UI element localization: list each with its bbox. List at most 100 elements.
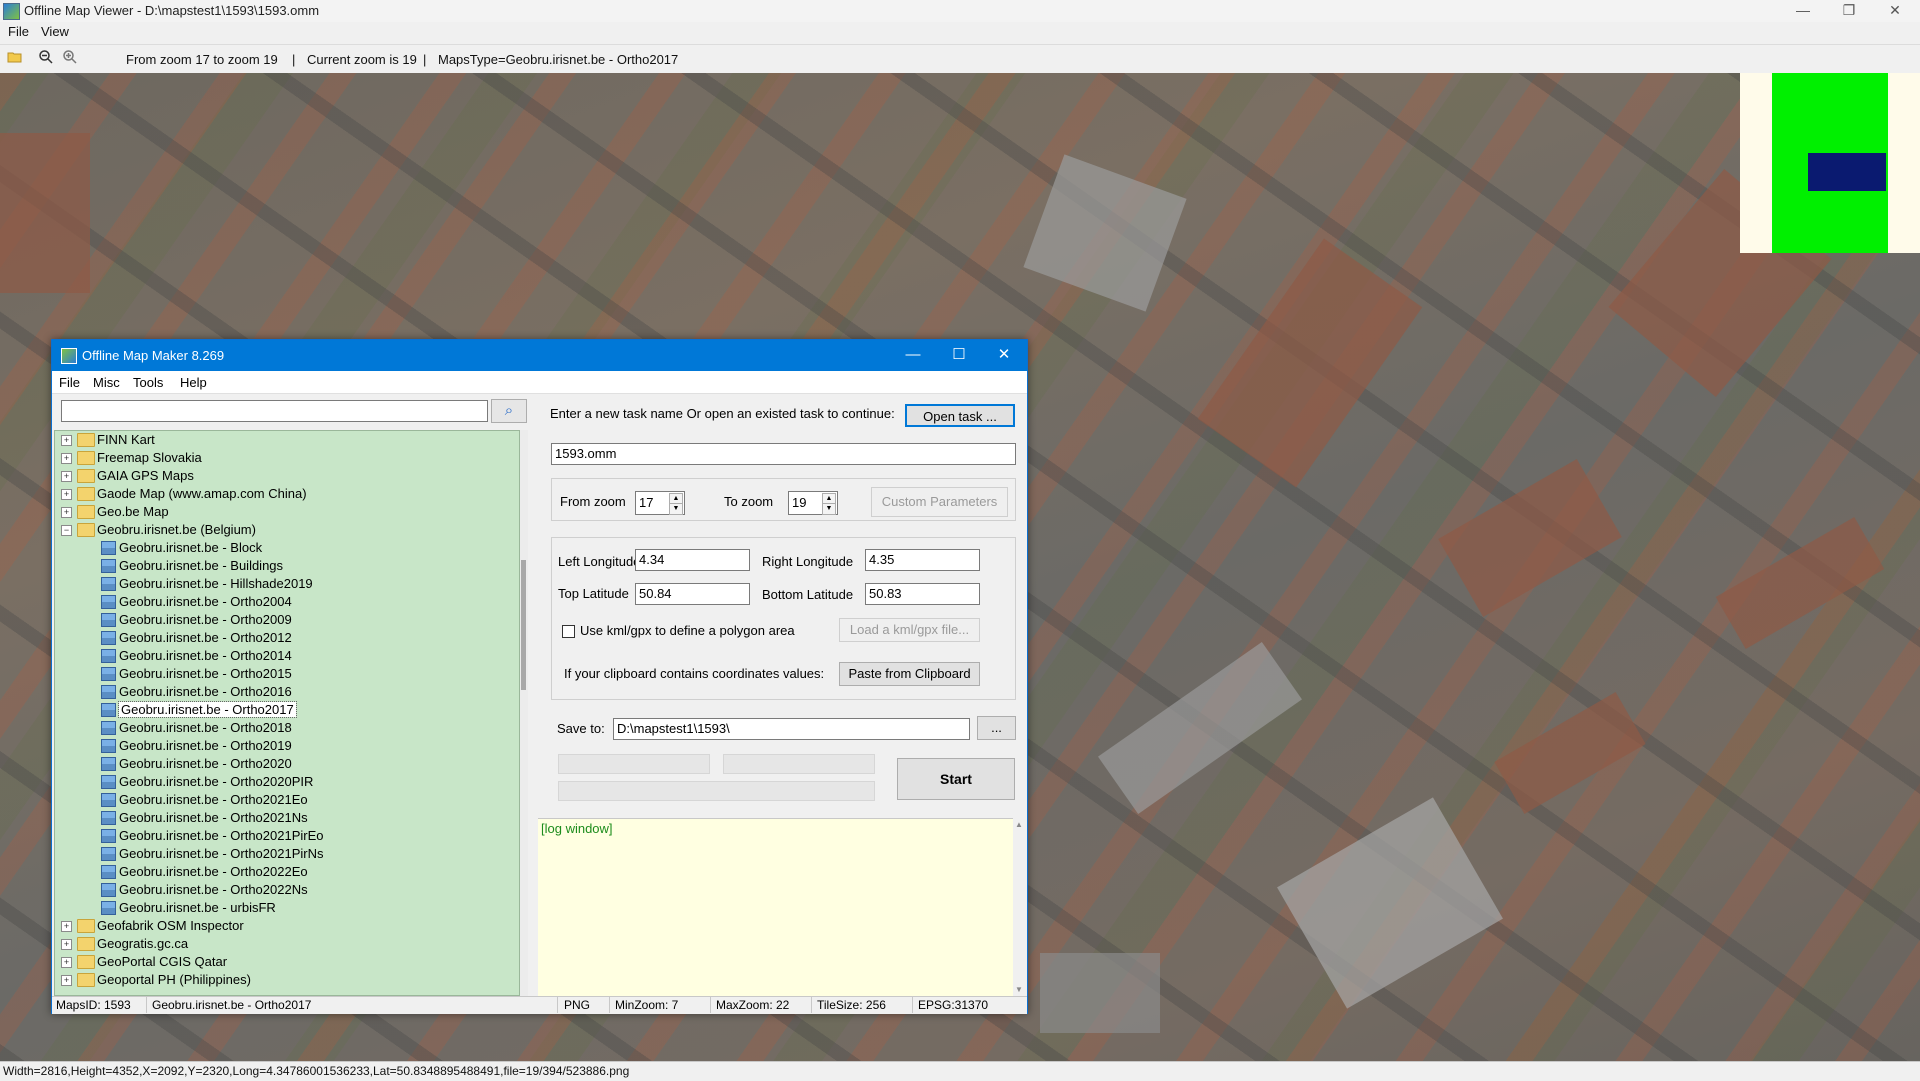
tree-map-item[interactable]: Geobru.irisnet.be - Ortho2021PirEo [55, 827, 515, 845]
menu-file[interactable]: File [8, 24, 29, 39]
map-layer-icon [101, 613, 116, 627]
tree-map-item[interactable]: Geobru.irisnet.be - Ortho2014 [55, 647, 515, 665]
tree-item-label: Geobru.irisnet.be - Ortho2004 [119, 594, 292, 609]
tree-map-item[interactable]: Geobru.irisnet.be - Ortho2018 [55, 719, 515, 737]
start-button[interactable]: Start [897, 758, 1015, 800]
kml-checkbox[interactable] [562, 625, 575, 638]
expand-icon[interactable]: + [61, 957, 72, 968]
offline-map-maker-dialog: Offline Map Maker 8.269 — ☐ ✕ File Misc … [51, 339, 1028, 1014]
scroll-down-icon[interactable]: ▼ [1015, 985, 1023, 994]
tree-folder[interactable]: + Gaode Map (www.amap.com China) [55, 485, 515, 503]
tree-item-label: Geobru.irisnet.be - Ortho2021PirNs [119, 846, 324, 861]
browse-button[interactable]: ... [977, 716, 1016, 740]
tree-folder[interactable]: + Geogratis.gc.ca [55, 935, 515, 953]
folder-icon [77, 487, 95, 501]
expand-icon[interactable]: + [61, 435, 72, 446]
tree-folder[interactable]: + Geoportal PH (Philippines) [55, 971, 515, 989]
tree-scrollbar[interactable] [520, 430, 528, 996]
tree-folder[interactable]: + Geofabrik OSM Inspector [55, 917, 515, 935]
dialog-close-button[interactable]: ✕ [981, 340, 1027, 371]
map-tree[interactable]: + FINN Kart + Freemap Slovakia + GAIA GPS Map… [54, 430, 520, 996]
tree-map-item[interactable]: Geobru.irisnet.be - Ortho2021PirNs [55, 845, 515, 863]
spin-down-icon[interactable]: ▼ [669, 503, 683, 515]
tree-map-item[interactable]: Geobru.irisnet.be - Ortho2020PIR [55, 773, 515, 791]
tree-folder[interactable]: + Freemap Slovakia [55, 449, 515, 467]
map-layer-icon [101, 739, 116, 753]
status-epsg: EPSG:31370 [918, 998, 989, 1012]
tree-map-item[interactable]: Geobru.irisnet.be - urbisFR [55, 899, 515, 917]
tree-map-item[interactable]: Geobru.irisnet.be - Hillshade2019 [55, 575, 515, 593]
open-folder-icon[interactable] [5, 49, 25, 69]
expand-icon[interactable]: + [61, 975, 72, 986]
tree-map-item[interactable]: Geobru.irisnet.be - Ortho2004 [55, 593, 515, 611]
dialog-menu-tools[interactable]: Tools [133, 375, 163, 390]
from-zoom-stepper[interactable]: 17 ▲ ▼ [635, 491, 685, 515]
toolbar-separator: | [292, 52, 296, 67]
expand-icon[interactable]: + [61, 921, 72, 932]
expand-icon[interactable]: + [61, 453, 72, 464]
bottom-latitude-input[interactable]: 50.83 [865, 583, 980, 605]
save-path-input[interactable]: D:\mapstest1\1593\ [613, 718, 970, 740]
tree-map-item[interactable]: Geobru.irisnet.be - Ortho2017 [55, 701, 515, 719]
to-zoom-value: 19 [792, 495, 807, 510]
load-kml-button[interactable]: Load a kml/gpx file... [839, 618, 980, 642]
tree-map-item[interactable]: Geobru.irisnet.be - Ortho2015 [55, 665, 515, 683]
menu-view[interactable]: View [41, 24, 69, 39]
tree-map-item[interactable]: Geobru.irisnet.be - Ortho2016 [55, 683, 515, 701]
right-longitude-input[interactable]: 4.35 [865, 549, 980, 571]
log-window[interactable]: [log window] [538, 818, 1025, 997]
expand-icon[interactable]: + [61, 939, 72, 950]
folder-icon [77, 919, 95, 933]
tree-folder[interactable]: + FINN Kart [55, 431, 515, 449]
minimize-button[interactable]: — [1780, 0, 1826, 22]
minimap-viewport[interactable] [1808, 153, 1886, 191]
tree-map-item[interactable]: Geobru.irisnet.be - Ortho2021Ns [55, 809, 515, 827]
map-layer-icon [101, 757, 116, 771]
dialog-menu-help[interactable]: Help [180, 375, 207, 390]
dialog-maximize-button[interactable]: ☐ [936, 340, 982, 371]
tree-map-item[interactable]: Geobru.irisnet.be - Block [55, 539, 515, 557]
tree-map-item[interactable]: Geobru.irisnet.be - Ortho2009 [55, 611, 515, 629]
scroll-up-icon[interactable]: ▲ [1015, 820, 1023, 829]
map-texture [1494, 692, 1646, 814]
task-name-input[interactable]: 1593.omm [551, 443, 1016, 465]
zoom-out-icon[interactable] [36, 49, 56, 69]
spin-down-icon[interactable]: ▼ [822, 503, 836, 515]
open-task-button[interactable]: Open task ... [905, 404, 1015, 427]
minimap[interactable] [1740, 73, 1920, 253]
tree-folder[interactable]: − Geobru.irisnet.be (Belgium) [55, 521, 515, 539]
to-zoom-stepper[interactable]: 19 ▲ ▼ [788, 491, 838, 515]
tree-folder[interactable]: + GAIA GPS Maps [55, 467, 515, 485]
map-layer-icon [101, 649, 116, 663]
dialog-minimize-button[interactable]: — [890, 340, 936, 371]
left-longitude-input[interactable]: 4.34 [635, 549, 750, 571]
custom-parameters-button[interactable]: Custom Parameters [871, 487, 1008, 517]
save-to-label: Save to: [557, 721, 605, 736]
tree-map-item[interactable]: Geobru.irisnet.be - Ortho2021Eo [55, 791, 515, 809]
tree-scroll-thumb[interactable] [521, 560, 526, 690]
tree-item-label: Gaode Map (www.amap.com China) [97, 486, 307, 501]
expand-icon[interactable]: + [61, 507, 72, 518]
search-button[interactable]: ⌕ [491, 399, 527, 423]
close-button[interactable]: ✕ [1872, 0, 1918, 22]
tree-map-item[interactable]: Geobru.irisnet.be - Ortho2022Ns [55, 881, 515, 899]
tree-item-label: Geo.be Map [97, 504, 169, 519]
tree-map-item[interactable]: Geobru.irisnet.be - Ortho2022Eo [55, 863, 515, 881]
restore-button[interactable]: ❐ [1826, 0, 1872, 22]
dialog-menu-file[interactable]: File [59, 375, 80, 390]
tree-map-item[interactable]: Geobru.irisnet.be - Ortho2019 [55, 737, 515, 755]
tree-folder[interactable]: + GeoPortal CGIS Qatar [55, 953, 515, 971]
tree-map-item[interactable]: Geobru.irisnet.be - Ortho2012 [55, 629, 515, 647]
tree-map-item[interactable]: Geobru.irisnet.be - Buildings [55, 557, 515, 575]
collapse-icon[interactable]: − [61, 525, 72, 536]
dialog-menu-misc[interactable]: Misc [93, 375, 120, 390]
expand-icon[interactable]: + [61, 471, 72, 482]
tree-map-item[interactable]: Geobru.irisnet.be - Ortho2020 [55, 755, 515, 773]
tree-folder[interactable]: + Geo.be Map [55, 503, 515, 521]
log-scrollbar[interactable]: ▲ ▼ [1013, 818, 1025, 996]
top-latitude-input[interactable]: 50.84 [635, 583, 750, 605]
zoom-in-icon[interactable] [60, 49, 80, 69]
map-search-input[interactable] [61, 400, 488, 422]
expand-icon[interactable]: + [61, 489, 72, 500]
paste-clipboard-button[interactable]: Paste from Clipboard [839, 662, 980, 686]
